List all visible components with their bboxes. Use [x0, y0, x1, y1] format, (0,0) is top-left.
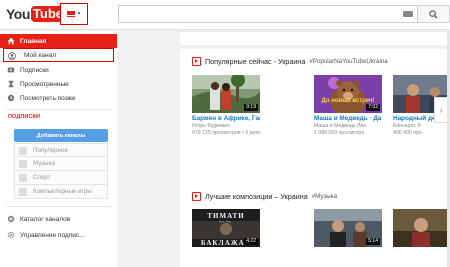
add-circle-icon	[7, 215, 15, 223]
popular-icon	[19, 147, 27, 155]
guide-item-label: Просмотренные	[20, 80, 69, 88]
category-popular[interactable]: Популярное	[14, 143, 108, 157]
guide-item-label: Посмотреть позже	[20, 94, 76, 102]
video-card[interactable]: 9:19 Бармен в Африке, Гана Игорь Будкеви…	[192, 75, 260, 137]
guide-item-label: Мой канал	[24, 51, 57, 59]
user-icon	[8, 52, 16, 60]
music-icon	[19, 160, 27, 168]
video-channel[interactable]: Игорь Будкевич	[192, 123, 260, 130]
home-icon	[7, 37, 15, 45]
subscriptions-icon	[7, 67, 15, 73]
thumbnail-small-text: feat. Лев...	[219, 220, 234, 224]
top-strip	[180, 31, 450, 45]
channel-icon	[192, 57, 201, 66]
video-duration: 4:22	[244, 238, 258, 245]
search-box	[118, 5, 418, 25]
logo-text: You	[6, 5, 30, 22]
section-tag: #Музыка	[311, 193, 338, 200]
video-card[interactable]: 5:14	[314, 209, 382, 247]
category-sports[interactable]: Спорт	[14, 171, 108, 185]
subscriptions-heading: ПОДПИСКИ	[8, 114, 41, 120]
guide-divider	[6, 206, 111, 207]
video-duration: 9:19	[244, 104, 258, 111]
shelf-next-button[interactable]: ›	[434, 97, 448, 123]
category-music[interactable]: Музыка	[14, 157, 108, 171]
guide-menu-button[interactable]: ▼	[60, 3, 88, 25]
video-card[interactable]: До новых встреч! 7:02 Маша и Медведь - Д…	[314, 75, 382, 137]
thumbnail-image-clip2	[393, 209, 450, 247]
feed: Популярные сейчас - Украина #PopularNaYo…	[180, 49, 450, 267]
video-card[interactable]: ТИМАТИ feat. Лев... БАКЛАЖАН 4:22	[192, 209, 260, 247]
guide-item-label: Управление подпис...	[20, 231, 85, 239]
keyboard-icon[interactable]	[403, 11, 413, 17]
guide-item-watch-later[interactable]: Посмотреть позже	[0, 91, 117, 105]
category-label: Спорт	[33, 174, 51, 181]
video-stats: 479 725 просмотров • 5 дней назад	[192, 130, 260, 136]
masthead: You Tube UA ▼	[0, 0, 450, 30]
video-duration: 7:02	[366, 104, 380, 111]
clock-icon	[7, 94, 15, 102]
section-tag: #PopularNaYouTubeUkraina	[309, 58, 388, 65]
history-icon	[8, 80, 14, 88]
guide-item-label: Подписки	[20, 66, 49, 74]
section-header-trending[interactable]: Популярные сейчас - Украина #PopularNaYo…	[192, 57, 388, 66]
sports-icon	[19, 174, 27, 182]
guide-item-channel-catalog[interactable]: Каталог каналов	[0, 212, 117, 226]
video-thumbnail[interactable]: 9:19	[192, 75, 260, 113]
chevron-right-icon: ›	[439, 105, 443, 115]
category-gaming[interactable]: Компьютерные игры	[14, 185, 108, 199]
video-thumbnail[interactable]: ТИМАТИ feat. Лев... БАКЛАЖАН 4:22	[192, 209, 260, 247]
chevron-down-icon: ▼	[76, 11, 82, 17]
category-label: Популярное	[33, 146, 68, 154]
guide-item-home[interactable]: Главная	[0, 34, 117, 48]
video-title[interactable]: Бармен в Африке, Гана	[192, 115, 260, 123]
guide-item-my-channel[interactable]: Мой канал	[3, 48, 114, 62]
gear-icon	[7, 231, 15, 239]
gaming-icon	[19, 188, 27, 196]
guide-item-subscriptions[interactable]: Подписки	[0, 63, 117, 77]
section-title: Лучшие композиции – Украина	[205, 192, 308, 201]
section-title: Популярные сейчас - Украина	[205, 57, 306, 66]
video-thumbnail[interactable]	[393, 209, 450, 247]
guide-item-label: Каталог каналов	[20, 215, 71, 223]
category-label: Музыка	[33, 160, 55, 167]
guide-item-history[interactable]: Просмотренные	[0, 77, 117, 91]
video-duration: 5:14	[366, 238, 380, 245]
add-channels-button[interactable]: Добавить каналы	[14, 129, 108, 142]
video-stats: 400 430 про	[393, 130, 422, 136]
guide-item-manage-subscriptions[interactable]: Управление подпис...	[0, 228, 117, 242]
guide-divider	[6, 109, 111, 110]
category-label: Компьютерные игры	[33, 188, 92, 195]
video-card[interactable]	[393, 209, 450, 247]
menu-icon	[66, 11, 75, 17]
video-thumbnail[interactable]: До новых встреч! 7:02	[314, 75, 382, 113]
video-channel[interactable]: Кленарос Р	[393, 123, 450, 130]
search-icon	[429, 9, 438, 19]
section-header-music[interactable]: Лучшие композиции – Украина #Музыка	[192, 192, 337, 201]
guide-item-label: Главная	[20, 37, 47, 45]
video-stats: 1 088 093 просмотра	[314, 130, 365, 136]
search-input[interactable]	[119, 8, 417, 25]
video-thumbnail[interactable]: 5:14	[314, 209, 382, 247]
guide-sidebar: Главная Мой канал Подписки Просмотренные…	[0, 31, 117, 267]
channel-icon	[192, 192, 201, 201]
search-button[interactable]	[418, 5, 450, 23]
video-title[interactable]: Маша и Медведь - Да	[314, 115, 382, 123]
main-content: Популярные сейчас - Украина #PopularNaYo…	[120, 31, 450, 267]
video-channel[interactable]: Маша и Медведь (Ма	[314, 123, 382, 130]
